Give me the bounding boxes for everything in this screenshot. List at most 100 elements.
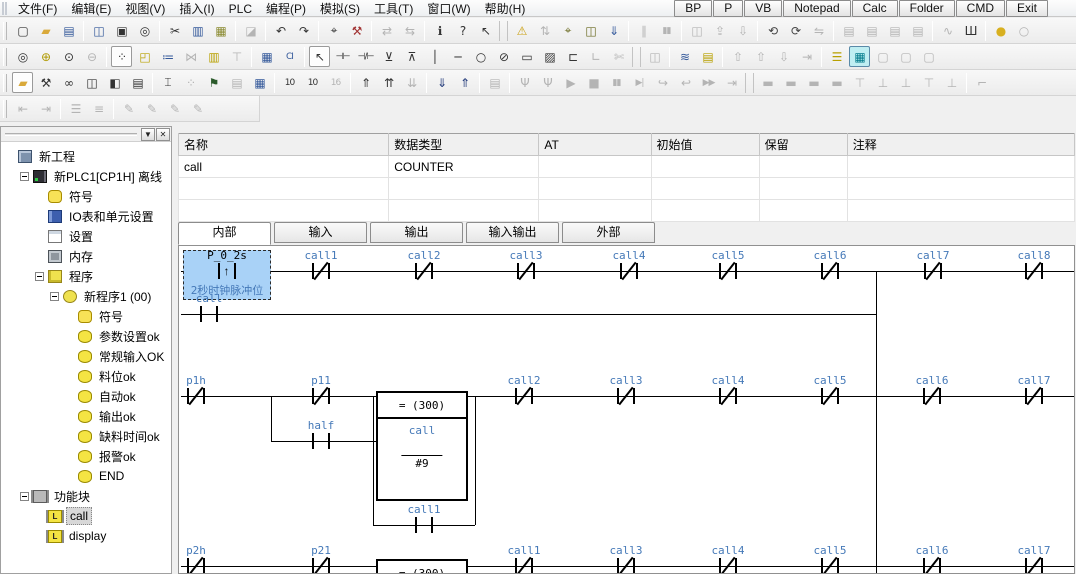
vertical-line-icon[interactable]: │ — [424, 46, 445, 67]
fb-invocation-icon[interactable]: ⊏ — [562, 46, 583, 67]
tree-item-io-table[interactable]: IO表和单元设置 — [1, 206, 171, 226]
panel-dropdown-button[interactable]: ▼ — [141, 128, 155, 141]
cascade-windows-icon[interactable]: ◫ — [81, 72, 102, 93]
tree-item-function-blocks[interactable]: 功能块 — [1, 486, 171, 506]
symbol-col-header[interactable]: 注释 — [847, 134, 1074, 156]
program-check-icon[interactable]: ⚑ — [203, 72, 224, 93]
symbol-cell[interactable]: COUNTER — [389, 156, 539, 178]
tab-external[interactable]: 外部 — [562, 222, 655, 243]
print-icon[interactable]: ▣ — [111, 20, 132, 41]
menu-item-view[interactable]: 视图(V) — [118, 1, 172, 16]
tree-expander-icon[interactable] — [20, 492, 29, 501]
coil-icon[interactable]: ○ — [470, 46, 491, 67]
properties-icon[interactable]: ▤ — [127, 72, 148, 93]
menu-item-program[interactable]: 编程(P) — [259, 1, 313, 16]
symbol-cell[interactable] — [651, 156, 759, 178]
fb-instance-viewer-icon[interactable]: ▦ — [849, 46, 870, 67]
transfer-program-icon[interactable]: ⇓ — [431, 72, 452, 93]
panel-close-button[interactable]: ✕ — [156, 128, 170, 141]
tree-item-section-shortage[interactable]: 缺料时间ok — [1, 426, 171, 446]
menu-item-insert[interactable]: 插入(I) — [172, 1, 221, 16]
tree-item-programs[interactable]: 程序 — [1, 266, 171, 286]
quick-button-calc[interactable]: Calc — [852, 0, 898, 17]
tree-item-program-1[interactable]: 新程序1 (00) — [1, 286, 171, 306]
tree-expander-icon[interactable] — [50, 292, 59, 301]
symbol-cell[interactable] — [847, 156, 1074, 178]
symbol-col-header[interactable]: 数据类型 — [389, 134, 539, 156]
work-online-icon[interactable]: ⚠ — [511, 20, 532, 41]
or-contact-no-icon[interactable]: ⊻ — [378, 46, 399, 67]
replace-icon[interactable]: ⚒ — [346, 20, 367, 41]
tree-item-section-alarm[interactable]: 报警ok — [1, 446, 171, 466]
context-help-icon[interactable]: ↖ — [475, 20, 496, 41]
transfer-to-plc-icon[interactable]: ⟲ — [762, 20, 783, 41]
build-icon[interactable]: ⚒ — [35, 72, 56, 93]
menu-item-tools[interactable]: 工具(T) — [367, 1, 420, 16]
symbol-col-header[interactable]: 初始值 — [651, 134, 759, 156]
decimal-monitor-icon[interactable]: 10 — [279, 72, 300, 93]
binary-view-icon[interactable]: ▦ — [249, 72, 270, 93]
tab-output[interactable]: 输出 — [370, 222, 463, 243]
tree-item-section-input[interactable]: 常规输入OK — [1, 346, 171, 366]
tab-internal[interactable]: 内部 — [178, 222, 271, 245]
menu-item-window[interactable]: 窗口(W) — [420, 1, 477, 16]
instruction-closed-icon[interactable]: ▨ — [539, 46, 560, 67]
local-symbols-icon[interactable]: ≔ — [157, 46, 178, 67]
or-contact-nc-icon[interactable]: ⊼ — [401, 46, 422, 67]
undo-icon[interactable]: ↶ — [270, 20, 291, 41]
view-monitor-icon[interactable]: ∞ — [58, 72, 79, 93]
tree-item-section-param[interactable]: 参数设置ok — [1, 326, 171, 346]
unit-monitor-icon[interactable]: Ш — [960, 20, 981, 41]
open-file-icon[interactable]: ▰ — [35, 20, 56, 41]
symbol-cell[interactable] — [759, 156, 847, 178]
quick-button-cmd[interactable]: CMD — [956, 0, 1005, 17]
lock-icon[interactable]: ● — [990, 20, 1011, 41]
symbol-cell[interactable] — [389, 200, 539, 222]
contact-nc-icon[interactable]: ⊣/⊢ — [355, 46, 376, 67]
tab-inout[interactable]: 输入输出 — [466, 222, 559, 243]
print-preview-icon[interactable]: ◎ — [134, 20, 155, 41]
symbol-cell[interactable] — [759, 178, 847, 200]
tree-item-project-root[interactable]: 新工程 — [1, 146, 171, 166]
new-file-icon[interactable]: ▢ — [12, 20, 33, 41]
menu-item-edit[interactable]: 编辑(E) — [64, 1, 118, 16]
quick-button-p[interactable]: P — [713, 0, 743, 17]
toolbar-drag-handle[interactable] — [3, 22, 7, 40]
new-project-icon[interactable]: ▰ — [12, 72, 33, 93]
symbol-cell[interactable]: call — [179, 156, 389, 178]
transfer-from-plc-icon[interactable]: ⟳ — [785, 20, 806, 41]
help-icon[interactable]: ? — [452, 20, 473, 41]
menu-drag-handle[interactable] — [2, 2, 7, 15]
tree-item-plc-node[interactable]: 新PLC1[CP1H] 离线 — [1, 166, 171, 186]
monitor-warning-icon[interactable]: ⌖ — [557, 20, 578, 41]
tree-item-fb-display[interactable]: Ldisplay — [1, 526, 171, 546]
cut-icon[interactable]: ✂ — [164, 20, 185, 41]
panel-drag-groove[interactable] — [5, 133, 137, 136]
symbol-cell[interactable] — [759, 200, 847, 222]
tree-item-section-output[interactable]: 输出ok — [1, 406, 171, 426]
symbol-cell[interactable] — [389, 178, 539, 200]
menu-item-file[interactable]: 文件(F) — [11, 1, 64, 16]
quick-button-vb[interactable]: VB — [744, 0, 782, 17]
fb-library-icon[interactable]: ☰ — [826, 46, 847, 67]
print-setup-icon[interactable]: ◫ — [88, 20, 109, 41]
quick-button-notepad[interactable]: Notepad — [783, 0, 850, 17]
tree-item-program-symbols[interactable]: 符号 — [1, 306, 171, 326]
tab-input[interactable]: 输入 — [274, 222, 367, 243]
symbol-cell[interactable] — [539, 178, 651, 200]
symbol-col-header[interactable]: AT — [539, 134, 651, 156]
output-window-icon[interactable]: ◧ — [104, 72, 125, 93]
set-value-icon[interactable]: ⇑ — [355, 72, 376, 93]
compile-icon[interactable]: ⌶ — [157, 72, 178, 93]
contact-no-icon[interactable]: ⊣⊢ — [332, 46, 353, 67]
tree-expander-icon[interactable] — [35, 272, 44, 281]
copy-icon[interactable]: ▥ — [187, 20, 208, 41]
select-tool-icon[interactable]: ↖ — [309, 46, 330, 67]
quick-button-bp[interactable]: BP — [674, 0, 712, 17]
redo-icon[interactable]: ↷ — [293, 20, 314, 41]
section-list-icon[interactable]: ▥ — [203, 46, 224, 67]
layers-icon[interactable]: ≋ — [674, 46, 695, 67]
zoom-tool-icon[interactable]: ◎ — [12, 46, 33, 67]
paste-icon[interactable]: ▦ — [210, 20, 231, 41]
tree-item-memory[interactable]: 内存 — [1, 246, 171, 266]
